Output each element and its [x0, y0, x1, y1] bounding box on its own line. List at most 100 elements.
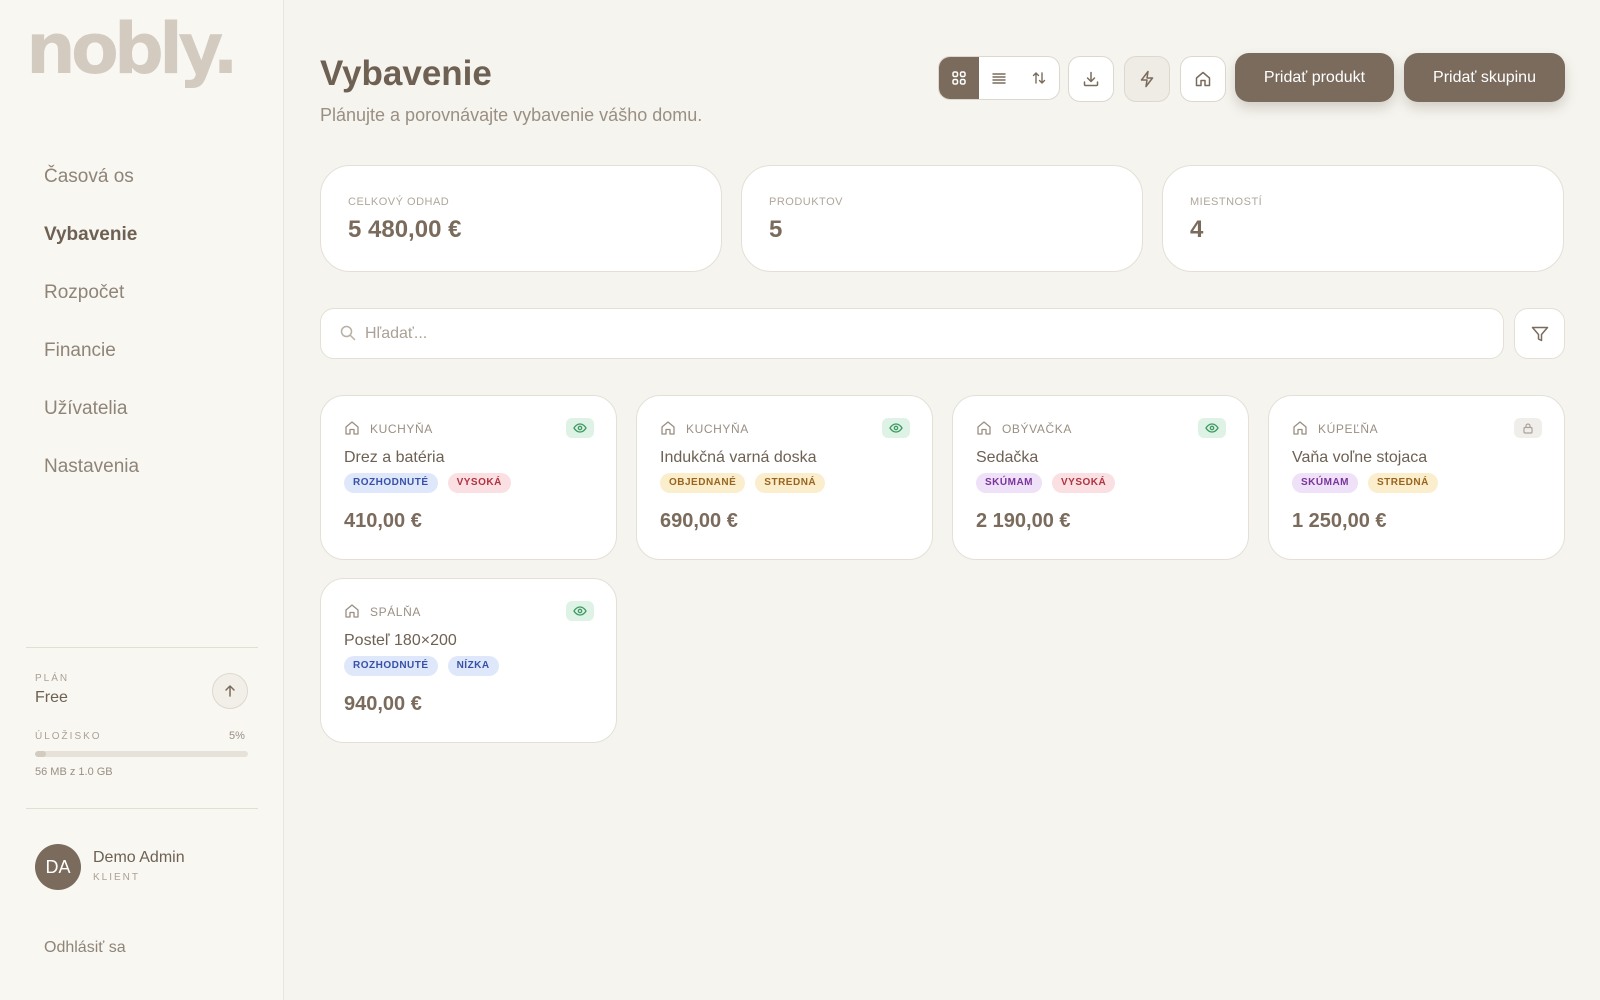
- visibility-toggle[interactable]: [882, 418, 910, 438]
- list-icon: [992, 73, 1006, 84]
- priority-badge: VYSOKÁ: [447, 473, 511, 493]
- avatar[interactable]: DA: [35, 844, 81, 890]
- stat-label: MIESTNOSTÍ: [1190, 196, 1263, 208]
- sidebar-item-rozpocet[interactable]: Rozpočet: [44, 274, 139, 332]
- eye-icon: [1205, 423, 1219, 433]
- stat-card-products: PRODUKTOV 5: [741, 165, 1143, 272]
- home-icon: [1195, 71, 1211, 87]
- product-card[interactable]: OBÝVAČKA Sedačka SKÚMAM VYSOKÁ 2 190,00 €: [952, 395, 1249, 560]
- room-label: SPÁLŇA: [370, 605, 421, 619]
- product-card[interactable]: KUCHYŇA Indukčná varná doska OBJEDNANÉ STRE…: [636, 395, 933, 560]
- download-icon: [1083, 71, 1099, 87]
- room-label: OBÝVAČKA: [1002, 422, 1072, 436]
- room-label: KUCHYŇA: [686, 422, 749, 436]
- stat-value: 5 480,00 €: [348, 216, 462, 243]
- search-bar: [320, 308, 1504, 359]
- stat-label: CELKOVÝ ODHAD: [348, 196, 450, 208]
- filter-button[interactable]: [1514, 308, 1565, 359]
- eye-icon: [573, 606, 587, 616]
- user-name: Demo Admin: [93, 849, 185, 866]
- product-price: 1 250,00 €: [1292, 510, 1387, 532]
- plan-label: PLÁN: [35, 673, 70, 684]
- logout-link[interactable]: Odhlásiť sa: [44, 939, 126, 957]
- visibility-toggle[interactable]: [1514, 418, 1542, 438]
- stat-value: 5: [769, 216, 783, 243]
- priority-badge: NÍZKA: [447, 656, 499, 676]
- lightning-icon: [1140, 70, 1154, 88]
- search-input[interactable]: [365, 309, 1465, 358]
- status-badge: SKÚMAM: [1292, 473, 1358, 493]
- storage-label: ÚLOŽISKO: [35, 731, 102, 742]
- add-group-button[interactable]: Pridať skupinu: [1404, 53, 1565, 102]
- sidebar-nav: Časová os Vybavenie Rozpočet Financie Už…: [44, 158, 139, 506]
- storage-progress-bar: [35, 751, 248, 757]
- room-label: KUCHYŇA: [370, 422, 433, 436]
- sidebar-item-casova-os[interactable]: Časová os: [44, 158, 139, 216]
- filter-icon: [1531, 326, 1548, 341]
- product-card[interactable]: SPÁLŇA Posteľ 180×200 ROZHODNUTÉ NÍZKA 940,0…: [320, 578, 617, 743]
- product-tags: SKÚMAM VYSOKÁ: [976, 473, 1116, 493]
- product-name: Sedačka: [976, 449, 1039, 466]
- visibility-toggle[interactable]: [1198, 418, 1226, 438]
- stat-card-rooms: MIESTNOSTÍ 4: [1162, 165, 1564, 272]
- home-button[interactable]: [1180, 56, 1226, 102]
- quick-action-button[interactable]: [1124, 56, 1170, 102]
- product-price: 410,00 €: [344, 510, 422, 532]
- sidebar: nobly. Časová os Vybavenie Rozpočet Fina…: [0, 0, 284, 1000]
- sidebar-item-uzivatelia[interactable]: Užívatelia: [44, 390, 139, 448]
- product-name: Vaňa voľne stojaca: [1292, 449, 1428, 466]
- sidebar-divider: [26, 808, 258, 809]
- upgrade-plan-button[interactable]: [212, 673, 248, 709]
- list-view-button[interactable]: [979, 57, 1019, 99]
- product-card[interactable]: KUCHYŇA Drez a batéria ROZHODNUTÉ VYSOKÁ 410…: [320, 395, 617, 560]
- view-mode-toggle: [938, 56, 1060, 100]
- add-product-button[interactable]: Pridať produkt: [1235, 53, 1394, 102]
- stat-value: 4: [1190, 216, 1204, 243]
- arrow-up-icon: [225, 685, 235, 697]
- sidebar-item-financie[interactable]: Financie: [44, 332, 139, 390]
- room-label: KÚPEĽŇA: [1318, 422, 1379, 436]
- product-price: 690,00 €: [660, 510, 738, 532]
- plan-value: Free: [35, 689, 68, 706]
- home-icon: [660, 420, 676, 441]
- page-subtitle: Plánujte a porovnávajte vybavenie vášho …: [320, 105, 703, 125]
- home-icon: [344, 420, 360, 441]
- sidebar-item-vybavenie[interactable]: Vybavenie: [44, 216, 139, 274]
- product-tags: ROZHODNUTÉ VYSOKÁ: [344, 473, 511, 493]
- visibility-toggle[interactable]: [566, 418, 594, 438]
- product-name: Indukčná varná doska: [660, 449, 817, 466]
- eye-icon: [889, 423, 903, 433]
- home-icon: [976, 420, 992, 441]
- grid-icon: [952, 71, 966, 85]
- search-icon: [339, 324, 357, 347]
- product-price: 2 190,00 €: [976, 510, 1071, 532]
- home-icon: [344, 603, 360, 624]
- status-badge: ROZHODNUTÉ: [344, 473, 438, 493]
- status-badge: SKÚMAM: [976, 473, 1042, 493]
- product-tags: ROZHODNUTÉ NÍZKA: [344, 656, 499, 676]
- sidebar-divider: [26, 647, 258, 648]
- product-price: 940,00 €: [344, 693, 422, 715]
- user-role: KLIENT: [93, 872, 141, 883]
- stat-card-total-estimate: CELKOVÝ ODHAD 5 480,00 €: [320, 165, 722, 272]
- home-icon: [1292, 420, 1308, 441]
- page-title: Vybavenie: [320, 54, 492, 93]
- visibility-toggle[interactable]: [566, 601, 594, 621]
- eye-icon: [573, 423, 587, 433]
- status-badge: ROZHODNUTÉ: [344, 656, 438, 676]
- product-name: Posteľ 180×200: [344, 632, 457, 649]
- grid-view-button[interactable]: [939, 57, 979, 99]
- logo: nobly.: [26, 8, 239, 90]
- product-tags: OBJEDNANÉ STREDNÁ: [660, 473, 826, 493]
- status-badge: OBJEDNANÉ: [660, 473, 746, 493]
- sort-button[interactable]: [1019, 57, 1059, 99]
- sidebar-item-nastavenia[interactable]: Nastavenia: [44, 448, 139, 506]
- product-tags: SKÚMAM STREDNÁ: [1292, 473, 1438, 493]
- product-card[interactable]: KÚPEĽŇA Vaňa voľne stojaca SKÚMAM STREDNÁ 1 …: [1268, 395, 1565, 560]
- download-button[interactable]: [1068, 56, 1114, 102]
- product-name: Drez a batéria: [344, 449, 445, 466]
- priority-badge: STREDNÁ: [1368, 473, 1438, 493]
- storage-usage: 56 MB z 1.0 GB: [35, 766, 113, 778]
- priority-badge: VYSOKÁ: [1052, 473, 1116, 493]
- storage-progress-fill: [35, 751, 46, 757]
